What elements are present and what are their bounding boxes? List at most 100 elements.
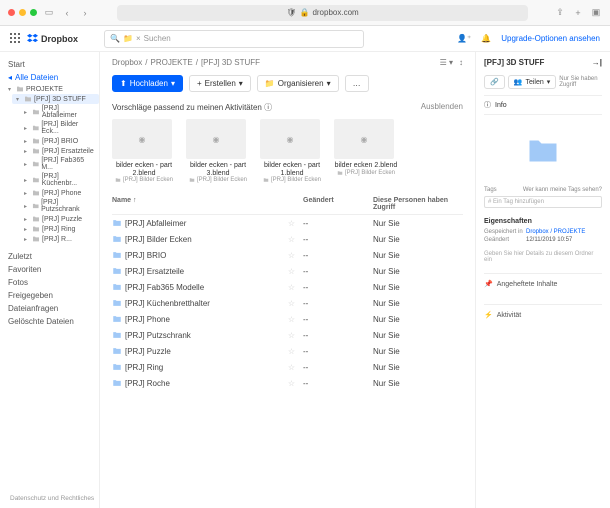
details-panel: [PFJ] 3D STUFF →| 🔗 👥 Teilen ▾ Nur Sie h… [475, 52, 610, 508]
forward-icon[interactable]: › [79, 7, 91, 19]
tags-help-link[interactable]: Wer kann meine Tags sehen? [523, 187, 602, 193]
col-access[interactable]: Diese Personen haben Zugriff [373, 197, 463, 211]
minimize-window[interactable] [19, 9, 26, 16]
upload-button[interactable]: ⬆ Hochladen ▾ [112, 75, 183, 92]
view-sort-icon[interactable]: ↕ [459, 58, 463, 67]
sidebar-toggle-icon[interactable]: ▭ [43, 7, 55, 19]
prop-modified-val: 12/11/2019 10:57 [526, 237, 572, 243]
folder-icon [32, 124, 40, 132]
col-modified[interactable]: Geändert [303, 197, 373, 211]
tree-item[interactable]: ▸[PRJ] Phone [20, 188, 99, 198]
tree-item[interactable]: ▸[PRJ] Küchenbr... [20, 172, 99, 188]
sidebar-start[interactable]: Start [0, 58, 99, 71]
table-row[interactable]: [PRJ] Roche☆--Nur Sie [112, 375, 463, 391]
view-list-icon[interactable]: ☰ ▾ [440, 58, 453, 67]
invite-icon[interactable]: 👤⁺ [457, 34, 471, 43]
star-icon[interactable]: ☆ [288, 219, 295, 228]
detail-footer: Geben Sie hier Details zu diesem Ordner … [484, 251, 602, 263]
star-icon[interactable]: ☆ [288, 235, 295, 244]
folder-icon [32, 108, 40, 116]
table-row[interactable]: [PRJ] Abfalleimer☆--Nur Sie [112, 215, 463, 231]
info-icon[interactable]: ⓘ [264, 103, 272, 112]
star-icon[interactable]: ☆ [288, 363, 295, 372]
upgrade-link[interactable]: Upgrade-Optionen ansehen [501, 34, 600, 43]
share-button[interactable]: 👥 Teilen ▾ [508, 75, 557, 89]
table-row[interactable]: [PRJ] Fab365 Modelle☆--Nur Sie [112, 279, 463, 295]
organize-button[interactable]: 📁 Organisieren ▾ [257, 75, 339, 92]
tree-root[interactable]: ▾ PROJEKTE [4, 84, 99, 94]
close-scope-icon[interactable]: × [136, 34, 141, 43]
sidebar-photos[interactable]: Fotos [0, 276, 99, 289]
more-button[interactable]: … [345, 75, 369, 92]
prop-saved-in-val[interactable]: Dropbox / PROJEKTE [526, 229, 585, 235]
link-button[interactable]: 🔗 [484, 75, 505, 89]
chevron-down-icon: ▾ [16, 96, 22, 103]
maximize-window[interactable] [30, 9, 37, 16]
new-tab-icon[interactable]: + [572, 7, 584, 19]
tree-item[interactable]: ▸[PRJ] BRIO [20, 136, 99, 146]
suggestion-card[interactable]: ◉bilder ecken - part 1.blend[PRJ] Bilder… [260, 119, 324, 183]
sidebar-recent[interactable]: Zuletzt [0, 250, 99, 263]
tree-selected[interactable]: ▾ [PFJ] 3D STUFF [12, 94, 99, 104]
crumb[interactable]: Dropbox [112, 58, 142, 67]
tree-item[interactable]: ▸[PRJ] Puzzle [20, 214, 99, 224]
dropbox-logo[interactable]: Dropbox [27, 33, 78, 44]
search-input[interactable]: 🔍 📁 × Suchen [104, 30, 364, 48]
tree-item[interactable]: ▸[PRJ] Bilder Eck... [20, 120, 99, 136]
back-icon[interactable]: ‹ [61, 7, 73, 19]
share-icon[interactable]: ⇪ [554, 7, 566, 19]
legal-link[interactable]: Datenschutz und Rechtliches [10, 495, 94, 502]
properties-heading: Eigenschaften [484, 218, 602, 225]
star-icon[interactable]: ☆ [288, 299, 295, 308]
tree-item[interactable]: ▸[PRJ] R... [20, 234, 99, 244]
sidebar-deleted[interactable]: Gelöschte Dateien [0, 315, 99, 328]
sidebar-all-files[interactable]: ◂ Alle Dateien [0, 71, 99, 84]
suggestion-card[interactable]: ◉bilder ecken - part 2.blend[PRJ] Bilder… [112, 119, 176, 183]
left-sidebar: Start ◂ Alle Dateien ▾ PROJEKTE ▾ [PFJ] … [0, 52, 100, 508]
star-icon[interactable]: ☆ [288, 267, 295, 276]
col-name[interactable]: Name [112, 197, 131, 204]
star-icon[interactable]: ☆ [288, 331, 295, 340]
main-content: Dropbox/PROJEKTE/[PFJ] 3D STUFF ☰ ▾ ↕ ⬆ … [100, 52, 475, 508]
tree-item[interactable]: ▸[PRJ] Putzschrank [20, 198, 99, 214]
table-row[interactable]: [PRJ] Bilder Ecken☆--Nur Sie [112, 231, 463, 247]
tags-input[interactable]: # Ein Tag hinzufügen [484, 196, 602, 208]
star-icon[interactable]: ☆ [288, 347, 295, 356]
star-icon[interactable]: ☆ [288, 251, 295, 260]
chevron-right-icon: ▸ [24, 161, 30, 168]
star-icon[interactable]: ☆ [288, 379, 295, 388]
file-thumbnail: ◉ [334, 119, 394, 159]
hide-suggestions[interactable]: Ausblenden [421, 102, 463, 113]
table-row[interactable]: [PRJ] BRIO☆--Nur Sie [112, 247, 463, 263]
tabs-icon[interactable]: ▣ [590, 7, 602, 19]
close-window[interactable] [8, 9, 15, 16]
table-row[interactable]: [PRJ] Puzzle☆--Nur Sie [112, 343, 463, 359]
table-row[interactable]: [PRJ] Phone☆--Nur Sie [112, 311, 463, 327]
table-row[interactable]: [PRJ] Putzschrank☆--Nur Sie [112, 327, 463, 343]
sidebar-favorites[interactable]: Favoriten [0, 263, 99, 276]
expand-icon[interactable]: →| [592, 58, 602, 67]
table-row[interactable]: [PRJ] Ring☆--Nur Sie [112, 359, 463, 375]
pinned-section[interactable]: 📌 Angeheftete Inhalte [484, 273, 602, 294]
info-tab[interactable]: ⓘ Info [484, 95, 602, 115]
crumb[interactable]: PROJEKTE [150, 58, 192, 67]
url-bar[interactable]: 🛡 🔒 dropbox.com [117, 5, 528, 21]
table-row[interactable]: [PRJ] Ersatzteile☆--Nur Sie [112, 263, 463, 279]
table-row[interactable]: [PRJ] Küchenbretthalter☆--Nur Sie [112, 295, 463, 311]
bell-icon[interactable]: 🔔 [481, 34, 491, 43]
apps-grid-icon[interactable] [10, 33, 21, 44]
activity-section[interactable]: ⚡ Aktivität [484, 304, 602, 325]
star-icon[interactable]: ☆ [288, 315, 295, 324]
tree-item[interactable]: ▸[PRJ] Ring [20, 224, 99, 234]
star-icon[interactable]: ☆ [288, 283, 295, 292]
sidebar-requests[interactable]: Dateianfragen [0, 302, 99, 315]
tree-item[interactable]: ▸[PRJ] Abfalleimer [20, 104, 99, 120]
tree-item[interactable]: ▸[PRJ] Ersatzteile [20, 146, 99, 156]
suggestion-card[interactable]: ◉bilder ecken - part 3.blend[PRJ] Bilder… [186, 119, 250, 183]
crumb[interactable]: [PFJ] 3D STUFF [201, 58, 260, 67]
create-button[interactable]: + Erstellen ▾ [189, 75, 251, 92]
suggestion-card[interactable]: ◉bilder ecken 2.blend[PRJ] Bilder Ecken [334, 119, 398, 183]
sidebar-shared[interactable]: Freigegeben [0, 289, 99, 302]
chevron-down-icon: ▾ [8, 86, 14, 93]
tree-item[interactable]: ▸[PRJ] Fab365 M... [20, 156, 99, 172]
